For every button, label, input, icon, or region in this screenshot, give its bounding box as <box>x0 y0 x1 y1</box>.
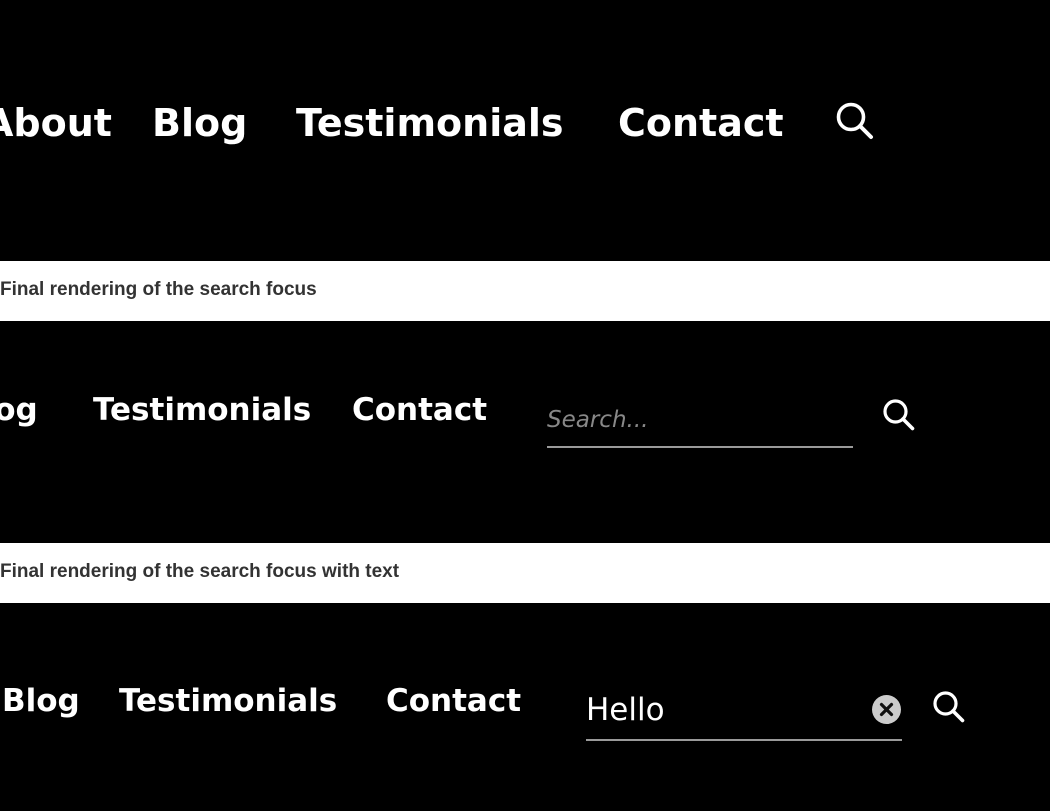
search-field <box>547 400 853 448</box>
search-underline <box>586 739 902 741</box>
search-input[interactable] <box>547 400 853 440</box>
caption-text: Final rendering of the search focus <box>0 279 317 300</box>
caption-text: Final rendering of the search focus with… <box>0 561 400 582</box>
search-field <box>586 685 902 741</box>
caption-search-focus-with-text: Final rendering of the search focus with… <box>0 543 1050 603</box>
nav-item-blog[interactable]: Blog <box>152 104 247 142</box>
nav-item-blog[interactable]: Blog <box>0 395 38 426</box>
clear-circle-x-icon[interactable] <box>871 694 902 725</box>
nav-panel-default: About Blog Testimonials Contact <box>0 0 1050 261</box>
search-icon[interactable] <box>834 100 876 142</box>
nav-item-contact[interactable]: Contact <box>386 686 521 717</box>
nav-item-testimonials[interactable]: Testimonials <box>93 395 311 426</box>
nav-panel-search-focus: Blog Testimonials Contact <box>0 321 1050 543</box>
search-input[interactable] <box>586 685 856 735</box>
nav-item-contact[interactable]: Contact <box>618 104 784 142</box>
nav-item-testimonials[interactable]: Testimonials <box>119 686 337 717</box>
nav-panel-search-focus-with-text: Blog Testimonials Contact <box>0 603 1050 811</box>
nav-item-testimonials[interactable]: Testimonials <box>296 104 564 142</box>
nav-item-contact[interactable]: Contact <box>352 395 487 426</box>
search-icon[interactable] <box>931 689 967 725</box>
nav-item-blog[interactable]: Blog <box>2 686 80 717</box>
search-underline <box>547 446 853 448</box>
nav-item-about[interactable]: About <box>0 104 112 142</box>
caption-search-focus: Final rendering of the search focus <box>0 261 1050 321</box>
search-icon[interactable] <box>881 397 917 433</box>
